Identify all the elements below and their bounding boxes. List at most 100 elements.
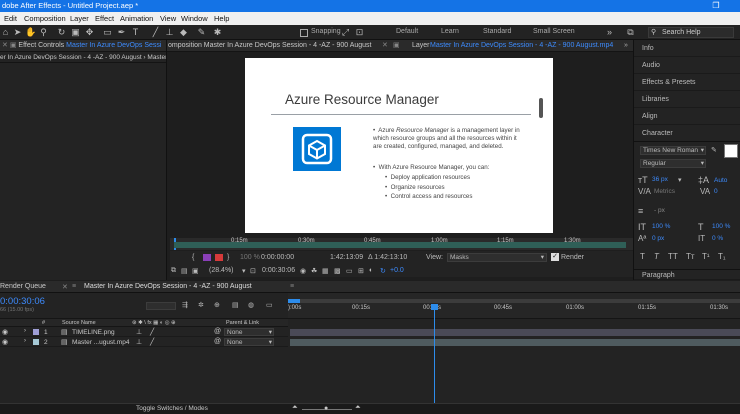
- type-tool-icon[interactable]: T: [130, 27, 141, 38]
- tab-render-queue[interactable]: Render Queue: [0, 283, 46, 290]
- timeline-timecode[interactable]: 0:00:30:06: [0, 296, 45, 307]
- menu-help[interactable]: Help: [214, 14, 229, 23]
- panel-effects-presets[interactable]: Effects & Presets: [634, 74, 740, 91]
- label-red-swatch[interactable]: [215, 254, 223, 261]
- zoom-in-icon[interactable]: ⏶: [355, 404, 361, 412]
- faux-italic-button[interactable]: T: [654, 252, 659, 261]
- snapping-checkbox[interactable]: [300, 29, 308, 37]
- kerning-value[interactable]: Metrics: [654, 188, 675, 195]
- shy-switch-icon[interactable]: ⊥: [136, 328, 142, 336]
- region-of-interest-icon[interactable]: ▦: [322, 267, 329, 275]
- quality-switch-icon[interactable]: ╱: [150, 328, 154, 336]
- layer-label-color[interactable]: [33, 329, 39, 335]
- view-dropdown[interactable]: Masks ▾: [447, 253, 547, 262]
- stroke-width-value[interactable]: - px: [654, 207, 665, 214]
- font-style-dropdown[interactable]: Regular ▾: [640, 159, 706, 168]
- time-ruler[interactable]: ):00s 00:15s 00:30s 00:45s 01:00s 01:15s…: [288, 293, 740, 319]
- toggle-switches-modes[interactable]: Toggle Switches / Modes: [136, 405, 208, 412]
- menu-layer[interactable]: Layer: [70, 14, 89, 23]
- playhead-handle[interactable]: [431, 304, 438, 310]
- mask-visibility-icon[interactable]: ▭: [346, 267, 353, 275]
- guides-icon[interactable]: ⊞: [358, 267, 364, 275]
- composition-time-readout[interactable]: 0:00:30:06: [262, 267, 295, 274]
- panel-info[interactable]: Info: [634, 40, 740, 57]
- font-family-dropdown[interactable]: Times New Roman ▾: [640, 146, 706, 155]
- chevron-down-icon[interactable]: ▾: [242, 267, 246, 275]
- pan-behind-tool-icon[interactable]: ✥: [84, 27, 95, 38]
- workspace-small-screen[interactable]: Small Screen: [533, 28, 575, 35]
- preview-icon[interactable]: ▣: [192, 267, 199, 275]
- channel-rgb-icon[interactable]: ☘: [311, 267, 317, 275]
- layer-out-icon[interactable]: }: [227, 254, 229, 261]
- graph-editor-icon[interactable]: ▭: [266, 301, 273, 309]
- tab-composition-timeline[interactable]: Master In Azure DevOps Session - 4 -AZ -…: [84, 283, 252, 290]
- fill-color-swatch[interactable]: [724, 144, 738, 158]
- eraser-tool-icon[interactable]: ◆: [178, 27, 189, 38]
- quality-switch-icon[interactable]: ╱: [150, 338, 154, 346]
- table-row[interactable]: ◉ › 1 ▤ TIMELINE.png ⊥ ╱ @ None ▾: [0, 328, 288, 337]
- viewer-magnification-percent[interactable]: 100 %: [240, 254, 260, 261]
- visibility-icon[interactable]: ◉: [2, 338, 8, 346]
- frame-blending-icon[interactable]: ▤: [232, 301, 239, 309]
- tracking-value[interactable]: 0: [714, 188, 718, 195]
- layer-bar-master-mp4[interactable]: [290, 339, 740, 346]
- visibility-icon[interactable]: ◉: [2, 328, 8, 336]
- layer-tab-close-icon[interactable]: ✕: [382, 40, 388, 52]
- workspace-learn[interactable]: Learn: [441, 28, 459, 35]
- leading-value[interactable]: Auto: [714, 177, 727, 184]
- expand-chevron-icon[interactable]: ›: [24, 328, 26, 334]
- parent-pickwhip-icon[interactable]: @: [214, 328, 221, 335]
- chevron-down-icon[interactable]: ▾: [678, 176, 682, 184]
- small-caps-button[interactable]: Tт: [686, 252, 695, 261]
- panel-character[interactable]: Character: [634, 125, 740, 142]
- layer-in-icon[interactable]: {: [192, 254, 194, 261]
- eyedropper-icon[interactable]: ✎: [711, 146, 717, 154]
- selection-tool-icon[interactable]: ➤: [12, 27, 23, 38]
- table-row[interactable]: ◉ › 2 ▤ Master ...ugust.mp4 ⊥ ╱ @ None ▾: [0, 338, 288, 347]
- panel-close-icon[interactable]: ✕: [2, 42, 8, 49]
- workspace-default[interactable]: Default: [396, 28, 418, 35]
- parent-pickwhip-icon[interactable]: @: [214, 338, 221, 345]
- effect-controls-header[interactable]: ✕ ▣ Effect Controls Master In Azure DevO…: [0, 40, 166, 52]
- timeline-menu-icon[interactable]: ≡: [290, 283, 294, 290]
- layer-lock-icon[interactable]: ▣: [393, 40, 400, 52]
- clone-stamp-tool-icon[interactable]: ⊥: [164, 27, 175, 38]
- comp-mini-flowchart-icon[interactable]: ⇶: [182, 301, 188, 309]
- rectangle-tool-icon[interactable]: ▭: [102, 27, 113, 38]
- timeline-track-area[interactable]: ):00s 00:15s 00:30s 00:45s 01:00s 01:15s…: [288, 293, 740, 403]
- tsume-value[interactable]: 0 %: [712, 235, 723, 242]
- snap-edge-icon[interactable]: ⤢: [340, 27, 351, 38]
- camera-snapshot-icon[interactable]: ◉: [300, 267, 306, 275]
- menu-animation[interactable]: Animation: [120, 14, 153, 23]
- workspace-standard[interactable]: Standard: [483, 28, 511, 35]
- parent-dropdown[interactable]: None ▾: [224, 338, 274, 346]
- label-purple-swatch[interactable]: [203, 254, 211, 261]
- zoom-out-icon[interactable]: ⏶: [292, 404, 298, 412]
- work-area-bar[interactable]: [288, 299, 740, 303]
- menu-window[interactable]: Window: [181, 14, 208, 23]
- superscript-button[interactable]: T¹: [702, 252, 710, 261]
- work-area-start-handle[interactable]: [288, 299, 300, 303]
- puppet-tool-icon[interactable]: ✱: [212, 27, 223, 38]
- pen-tool-icon[interactable]: ✒: [116, 27, 127, 38]
- layer-bar-timeline-png[interactable]: [290, 329, 740, 336]
- layer-time-ruler[interactable]: 0:15m 0:30m 0:45m 1:00m 1:15m 1:30m: [170, 238, 633, 250]
- tab-composition[interactable]: omposition Master In Azure DevOps Sessio…: [168, 42, 371, 49]
- layer-label-color[interactable]: [33, 339, 39, 345]
- zoom-slider-thumb[interactable]: ●: [324, 405, 328, 412]
- shy-icon[interactable]: ⊕: [214, 301, 220, 309]
- magnification-dropdown[interactable]: (28.4%): [209, 267, 234, 274]
- menu-effect[interactable]: Effect: [95, 14, 114, 23]
- panel-overflow-icon[interactable]: »: [624, 40, 628, 52]
- lock-icon[interactable]: ▣: [10, 42, 17, 49]
- home-icon[interactable]: ⌂: [0, 27, 11, 38]
- render-checkbox[interactable]: ✓: [551, 253, 559, 261]
- hand-tool-icon[interactable]: ✋: [25, 27, 36, 38]
- parent-dropdown[interactable]: None ▾: [224, 328, 274, 336]
- exposure-icon-blue[interactable]: ↻: [380, 267, 386, 275]
- layer-name[interactable]: TIMELINE.png: [72, 329, 115, 336]
- fit-icon[interactable]: ⊡: [250, 267, 256, 275]
- panel-align[interactable]: Align: [634, 108, 740, 125]
- layer-search-field[interactable]: [146, 302, 176, 310]
- exposure-icon[interactable]: ◐: [369, 267, 373, 274]
